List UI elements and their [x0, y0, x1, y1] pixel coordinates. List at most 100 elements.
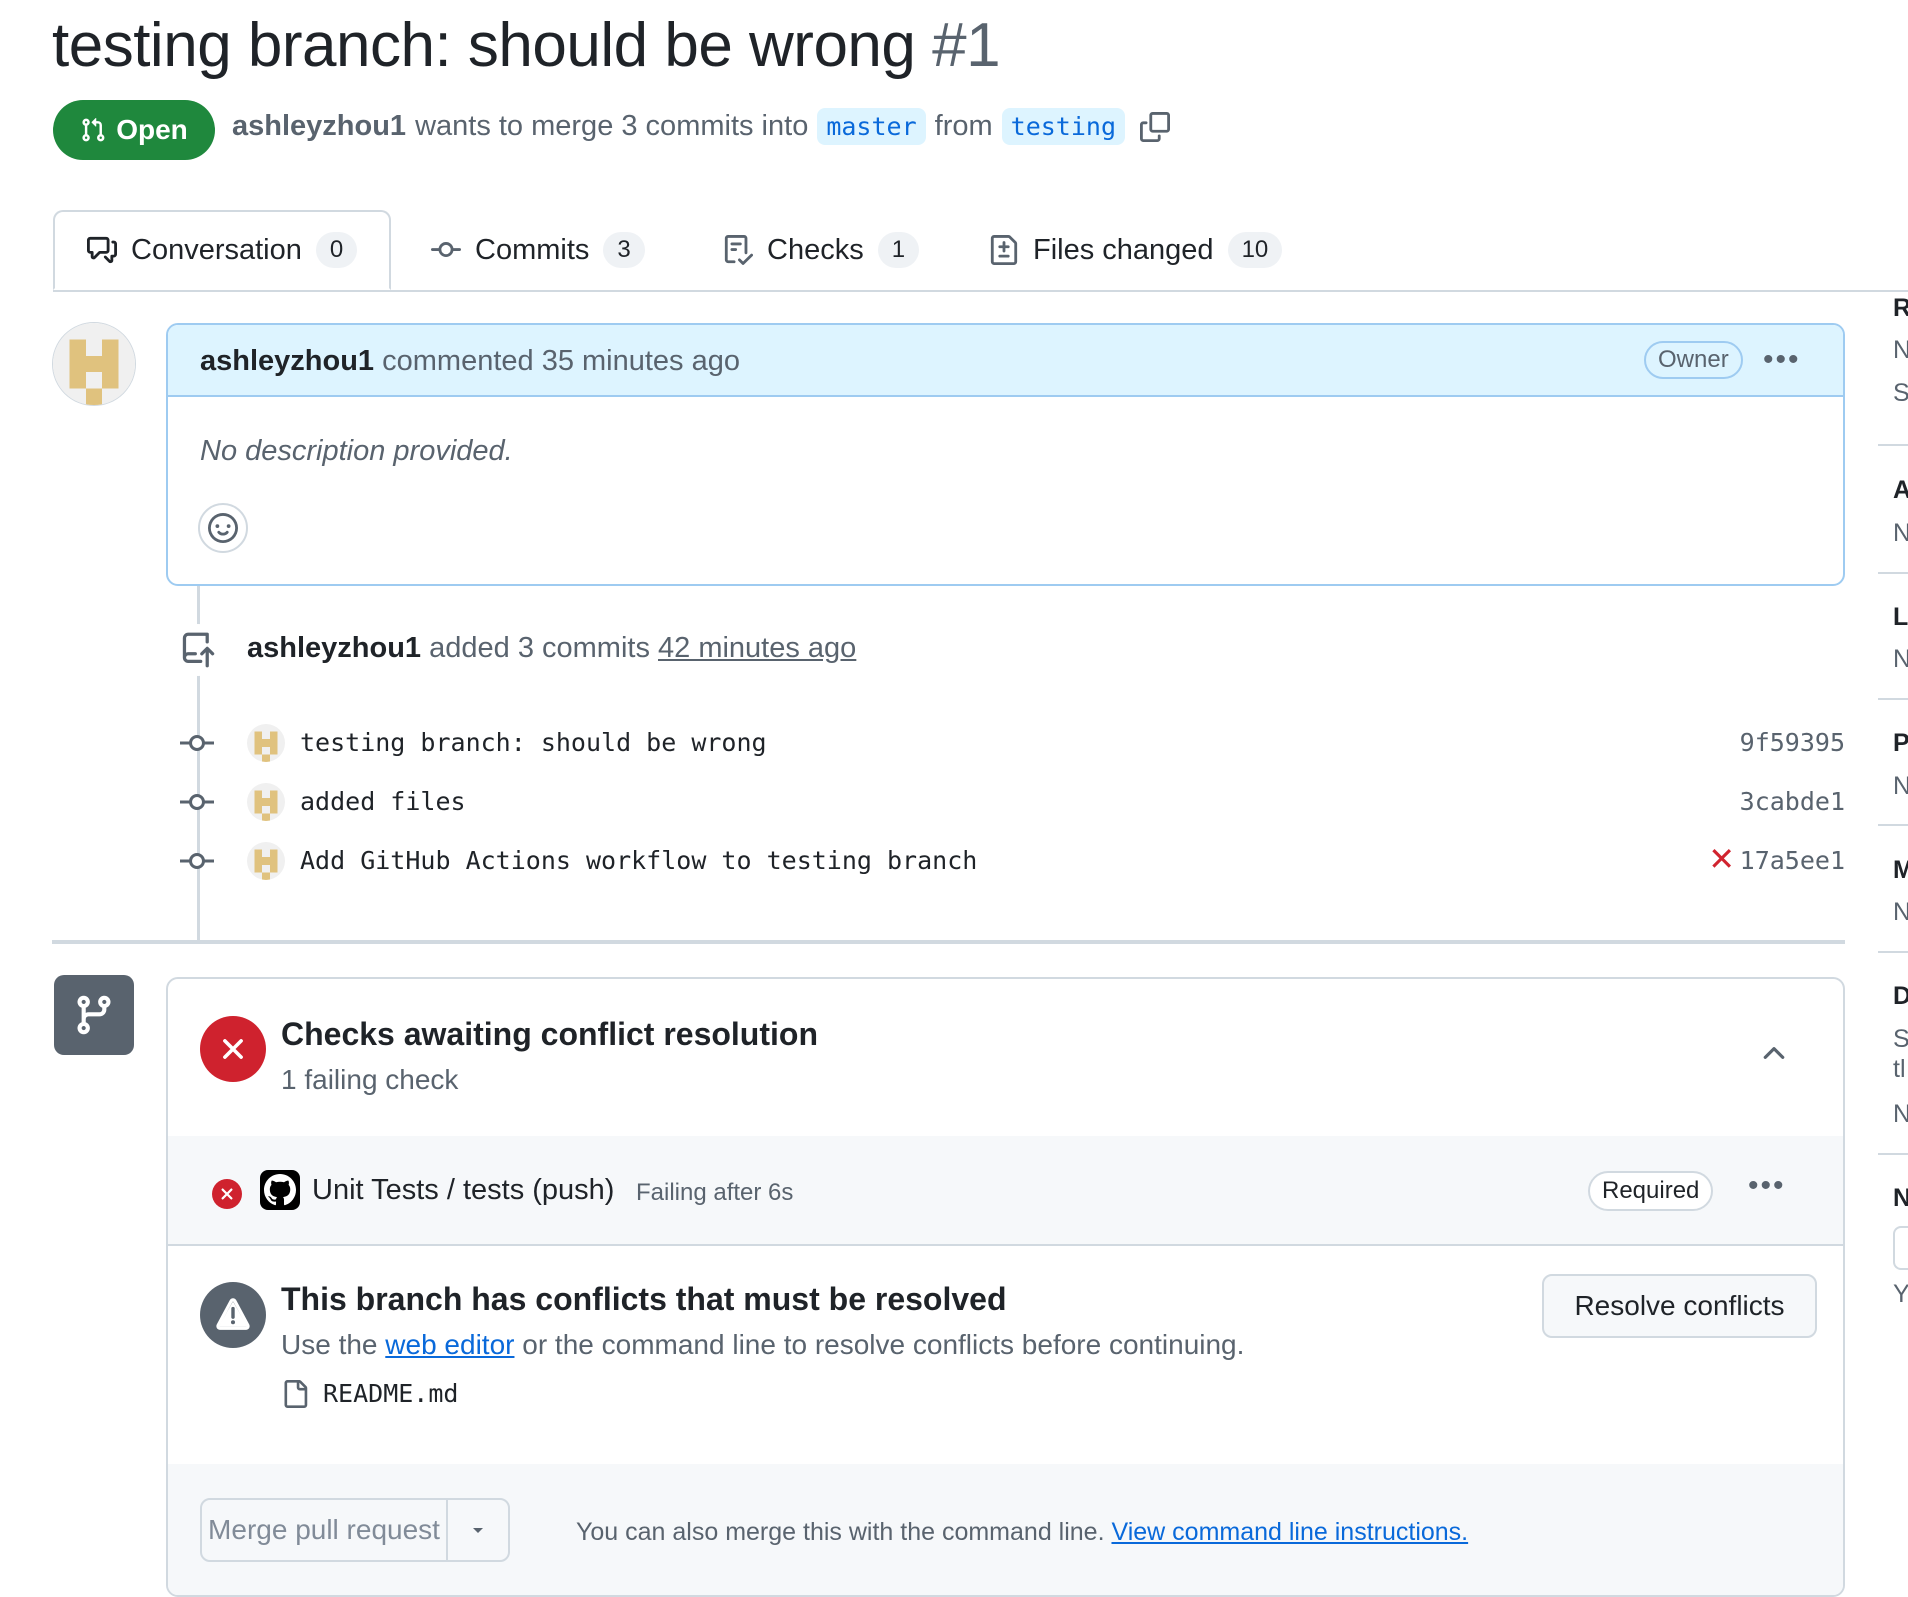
sidebar-divider: [1878, 572, 1908, 574]
timeline-divider: [52, 940, 1845, 944]
sidebar-text: tl: [1893, 1055, 1906, 1083]
sidebar-heading-notifications[interactable]: N: [1893, 1184, 1908, 1213]
pr-summary: ashleyzhou1 wants to merge 3 commits int…: [232, 108, 1170, 145]
conflict-file-name: README.md: [323, 1379, 459, 1408]
sidebar-heading-milestone[interactable]: M: [1893, 856, 1908, 885]
chevron-up-icon[interactable]: [1760, 1039, 1788, 1067]
sidebar-divider: [1878, 1153, 1908, 1155]
sidebar-text: N: [1893, 336, 1908, 364]
avatar[interactable]: [52, 322, 136, 406]
tab-label: Conversation: [131, 233, 302, 266]
checks-summary: Checks awaiting conflict resolution 1 fa…: [168, 979, 1843, 1138]
x-circle-icon: [200, 1016, 266, 1082]
sidebar-subscribe-button[interactable]: [1893, 1226, 1908, 1270]
commit-author-avatar[interactable]: [247, 783, 285, 821]
commit-icon: [180, 794, 214, 810]
tab-counter: 0: [315, 232, 358, 268]
state-badge: Open: [53, 100, 215, 160]
commit-sha-link[interactable]: 9f59395: [1740, 728, 1845, 757]
head-branch[interactable]: testing: [1001, 108, 1125, 145]
commit-author-avatar[interactable]: [247, 842, 285, 880]
check-run-name-link[interactable]: Unit Tests / tests (push): [312, 1174, 614, 1207]
pull-request-icon: [82, 117, 105, 142]
commit-icon: [180, 735, 214, 751]
required-badge: Required: [1588, 1171, 1714, 1211]
tab-counter: 3: [603, 232, 645, 268]
conflict-desc-before: Use the: [281, 1329, 378, 1360]
checks-title: Checks awaiting conflict resolution: [281, 1016, 818, 1052]
web-editor-link[interactable]: web editor: [385, 1329, 514, 1360]
merge-options-button[interactable]: [448, 1500, 508, 1560]
commit-row: Add GitHub Actions workflow to testing b…: [180, 832, 1845, 888]
base-branch[interactable]: master: [817, 108, 926, 145]
x-icon[interactable]: ✕: [1708, 840, 1735, 878]
alert-icon: [200, 1282, 266, 1348]
commit-message-link[interactable]: added files: [300, 787, 466, 816]
commit-sha-link[interactable]: 3cabde1: [1740, 787, 1845, 816]
sidebar-text: N: [1893, 898, 1908, 926]
smiley-icon: [208, 513, 238, 543]
file-icon: [284, 1379, 308, 1408]
push-action: added 3 commits: [429, 632, 650, 664]
sidebar-divider: [1878, 824, 1908, 826]
file-diff-icon: [990, 235, 1018, 265]
comment-body: No description provided.: [200, 435, 513, 467]
commit-sha-link[interactable]: 17a5ee1: [1740, 846, 1845, 875]
checks-subtitle: 1 failing check: [281, 1064, 459, 1095]
tab-checks[interactable]: Checks 1: [723, 210, 920, 290]
tab-conversation[interactable]: Conversation 0: [53, 210, 392, 290]
sidebar-heading-labels[interactable]: L: [1893, 603, 1908, 632]
tab-files-changed[interactable]: Files changed 10: [989, 210, 1283, 290]
tab-label: Commits: [475, 233, 590, 266]
sidebar-divider: [1878, 951, 1908, 953]
conflict-desc-after: or the command line to resolve conflicts…: [522, 1329, 1245, 1360]
command-line-instructions-link[interactable]: View command line instructions.: [1111, 1518, 1468, 1546]
push-author-link[interactable]: ashleyzhou1: [247, 632, 421, 664]
merge-text: wants to merge 3 commits into: [415, 110, 809, 142]
pr-title-text: testing branch: should be wrong: [52, 11, 916, 80]
sidebar-text: N: [1893, 519, 1908, 547]
sidebar-divider: [1878, 698, 1908, 700]
sidebar-divider: [1878, 444, 1908, 446]
state-label: Open: [116, 114, 188, 145]
copy-icon[interactable]: [1140, 111, 1170, 142]
pr-title: testing branch: should be wrong #1: [52, 10, 1001, 81]
merge-actions: Merge pull request You can also merge th…: [168, 1464, 1843, 1595]
sidebar-heading-reviewers[interactable]: R: [1893, 294, 1908, 323]
sidebar-text: N: [1893, 1100, 1908, 1128]
merge-hint-text: You can also merge this with the command…: [576, 1518, 1105, 1546]
tab-counter: 10: [1227, 232, 1283, 268]
push-event: ashleyzhou1 added 3 commits 42 minutes a…: [247, 632, 856, 665]
commit-icon: [431, 242, 461, 258]
check-run-row: Unit Tests / tests (push) Failing after …: [168, 1136, 1843, 1246]
tab-commits[interactable]: Commits 3: [431, 210, 645, 290]
kebab-horizontal-icon[interactable]: •••: [1763, 343, 1801, 377]
check-run-status: Failing after 6s: [636, 1179, 794, 1206]
push-timestamp-link[interactable]: 42 minutes ago: [658, 632, 856, 664]
add-reaction-button[interactable]: [198, 503, 248, 553]
commit-row: testing branch: should be wrong 9f59395: [180, 714, 1845, 770]
sidebar-text: S: [1893, 379, 1908, 407]
pr-author-link[interactable]: ashleyzhou1: [232, 110, 406, 143]
resolve-conflicts-button[interactable]: Resolve conflicts: [1542, 1274, 1817, 1338]
commit-author-avatar[interactable]: [247, 724, 285, 762]
comment-author-link[interactable]: ashleyzhou1: [200, 345, 374, 377]
commit-message-link[interactable]: testing branch: should be wrong: [300, 728, 767, 757]
kebab-horizontal-icon[interactable]: •••: [1748, 1169, 1786, 1203]
sidebar-heading-projects[interactable]: P: [1893, 729, 1908, 758]
commit-icon: [180, 853, 214, 869]
commit-row: added files 3cabde1: [180, 773, 1845, 829]
merge-pull-request-button[interactable]: Merge pull request: [202, 1500, 448, 1560]
triangle-down-icon: [473, 1528, 483, 1533]
sidebar-heading-assignees[interactable]: A: [1893, 476, 1908, 505]
commit-message-link[interactable]: Add GitHub Actions workflow to testing b…: [300, 846, 977, 875]
pr-tabs: Conversation 0 Commits 3 Checks 1 Files …: [53, 210, 1908, 292]
comment-meta: ashleyzhou1 commented 35 minutes ago: [200, 345, 740, 378]
tab-counter: 1: [877, 232, 920, 268]
comment-timestamp[interactable]: commented 35 minutes ago: [382, 345, 740, 377]
comment-discussion-icon: [87, 236, 117, 264]
sidebar-text: N: [1893, 772, 1908, 800]
pr-number: #1: [932, 11, 1001, 80]
conflict-section: This branch has conflicts that must be r…: [168, 1244, 1843, 1466]
sidebar-heading-development[interactable]: D: [1893, 982, 1908, 1011]
